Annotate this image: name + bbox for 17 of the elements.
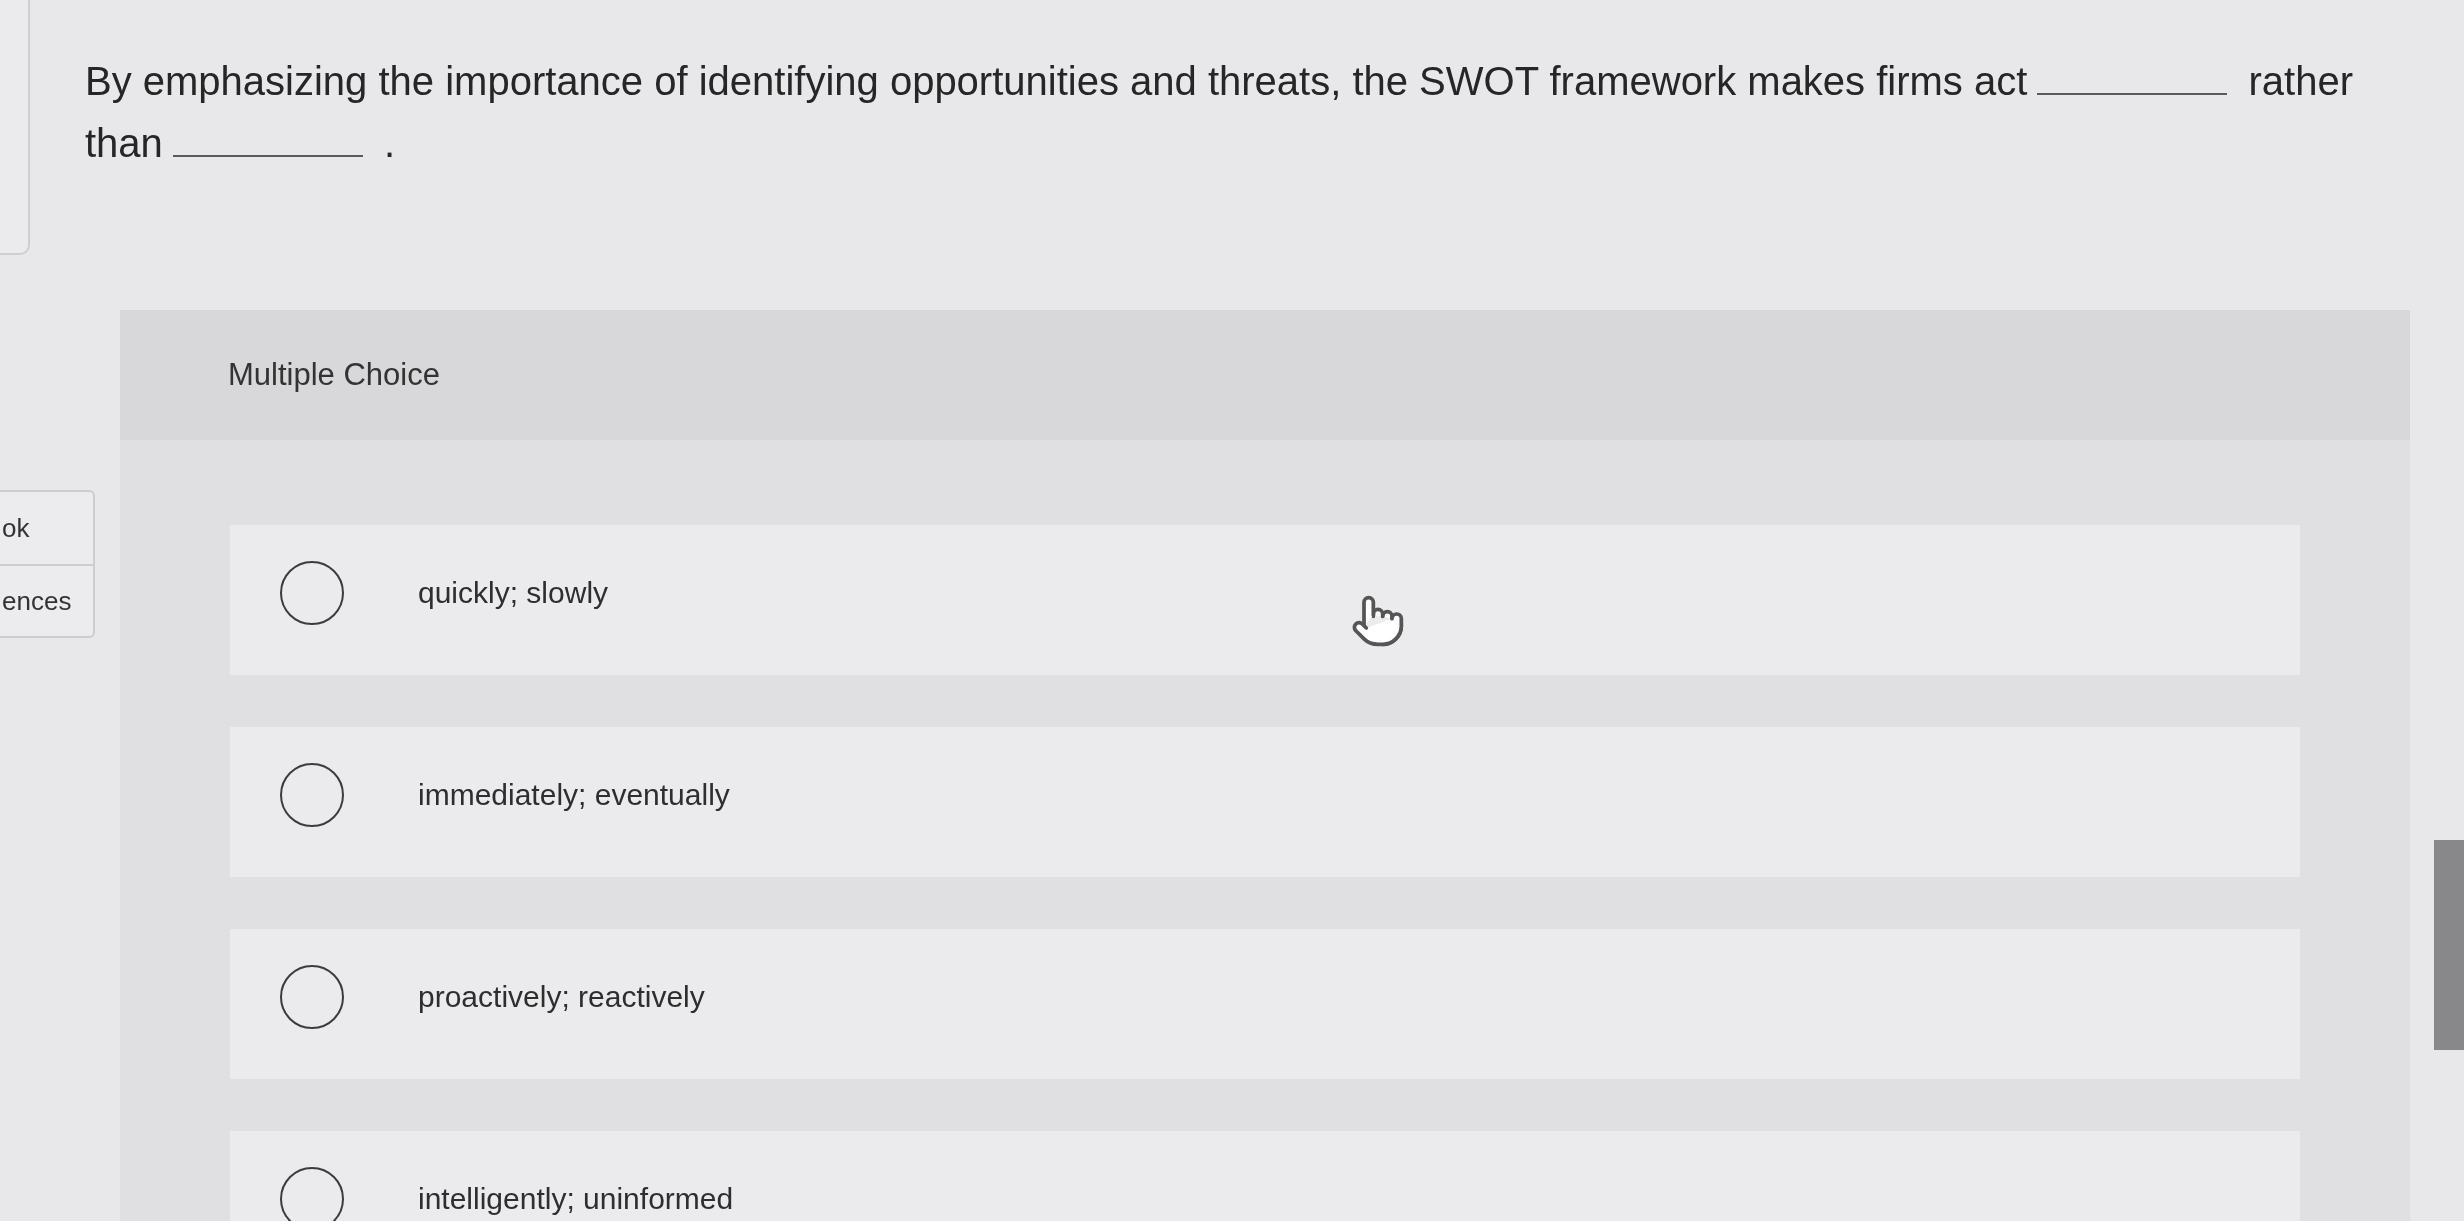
card-title: Multiple Choice (228, 355, 440, 394)
side-tab[interactable]: ences (0, 564, 93, 636)
option-label: immediately; eventually (418, 777, 730, 813)
scrollbar-thumb[interactable] (2434, 840, 2464, 1050)
answer-option[interactable]: intelligently; uninformed (230, 1131, 2300, 1221)
option-label: proactively; reactively (418, 979, 705, 1015)
answer-option[interactable]: immediately; eventually (230, 727, 2300, 877)
option-label: intelligently; uninformed (418, 1181, 734, 1217)
answer-option[interactable]: proactively; reactively (230, 929, 2300, 1079)
radio-button[interactable] (280, 1167, 344, 1221)
side-tab[interactable]: ok (0, 492, 93, 564)
radio-button[interactable] (280, 561, 344, 625)
answer-option[interactable]: quickly; slowly (230, 525, 2300, 675)
question-text: By emphasizing the importance of identifying opportunities and threats, the SWOT framework makes firms act rather than . (85, 58, 2354, 167)
radio-button[interactable] (280, 763, 344, 827)
radio-button[interactable] (280, 965, 344, 1029)
option-label: quickly; slowly (418, 575, 609, 611)
